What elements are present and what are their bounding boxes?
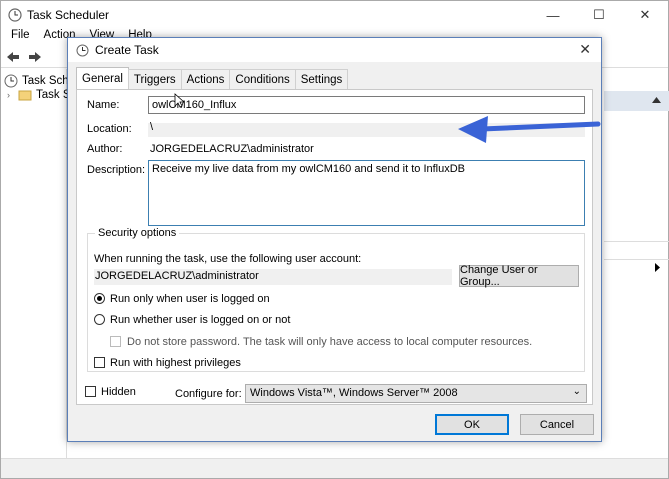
- author-value: JORGEDELACRUZ\administrator: [150, 143, 314, 155]
- submenu-arrow-icon[interactable]: [655, 263, 660, 272]
- tab-settings[interactable]: Settings: [294, 69, 349, 89]
- security-options-title: Security options: [95, 227, 180, 239]
- hidden-label[interactable]: Hidden: [101, 386, 136, 398]
- configure-label: Configure for:: [175, 388, 242, 400]
- tab-actions[interactable]: Actions: [180, 69, 231, 89]
- author-label: Author:: [87, 143, 123, 155]
- maximize-icon[interactable]: ☐: [576, 1, 622, 29]
- dialog-title-bar: Create Task ✕: [68, 38, 601, 62]
- run-logged-on-label[interactable]: Run only when user is logged on: [110, 293, 270, 305]
- back-forward-icon[interactable]: [6, 50, 42, 64]
- tab-general[interactable]: General: [76, 67, 129, 89]
- hidden-checkbox[interactable]: [85, 386, 96, 397]
- account-prompt: When running the task, use the following…: [94, 253, 362, 265]
- clock-icon: [4, 74, 18, 88]
- description-textarea[interactable]: Receive my live data from my owlCM160 an…: [148, 160, 585, 226]
- clock-icon: [8, 8, 22, 22]
- menu-file[interactable]: File: [11, 29, 30, 45]
- window-title: Task Scheduler: [27, 8, 110, 22]
- title-bar: Task Scheduler — ☐ ✕: [1, 1, 668, 29]
- status-bar: [1, 458, 668, 478]
- highest-privileges-label[interactable]: Run with highest privileges: [110, 357, 241, 369]
- close-icon[interactable]: ✕: [622, 1, 668, 29]
- tree-root[interactable]: Task Sche: [4, 74, 75, 88]
- configure-value: Windows Vista™, Windows Server™ 2008: [250, 387, 458, 399]
- navigation-tree: Task Sche › Task Sc: [1, 69, 76, 459]
- tab-strip: General Triggers Actions Conditions Sett…: [76, 67, 349, 89]
- create-task-dialog: Create Task ✕ General Triggers Actions C…: [67, 37, 602, 442]
- run-whether-label[interactable]: Run whether user is logged on or not: [110, 314, 290, 326]
- close-icon[interactable]: ✕: [579, 41, 591, 58]
- run-logged-on-radio[interactable]: [94, 293, 105, 304]
- no-store-password-label: Do not store password. The task will onl…: [127, 336, 533, 348]
- chevron-down-icon: ⌄: [572, 386, 581, 397]
- collapse-icon[interactable]: [652, 97, 661, 103]
- tab-conditions[interactable]: Conditions: [229, 69, 296, 89]
- location-label: Location:: [87, 123, 132, 135]
- folder-icon: [18, 90, 32, 101]
- name-input[interactable]: owlCM160_Influx: [148, 96, 585, 114]
- tree-library[interactable]: › Task Sc: [7, 89, 76, 101]
- tab-triggers[interactable]: Triggers: [127, 69, 182, 89]
- annotation-arrow: [458, 116, 601, 143]
- no-store-password-checkbox[interactable]: [110, 336, 121, 347]
- minimize-icon[interactable]: —: [530, 1, 576, 29]
- name-label: Name:: [87, 99, 120, 111]
- cancel-button[interactable]: Cancel: [520, 414, 594, 435]
- clock-icon: [76, 44, 89, 56]
- description-label: Description:: [87, 164, 146, 176]
- change-user-button[interactable]: Change User or Group...: [459, 264, 579, 288]
- location-value: \: [150, 121, 154, 133]
- highest-privileges-checkbox[interactable]: [94, 357, 105, 368]
- account-value: JORGEDELACRUZ\administrator: [95, 270, 259, 282]
- dialog-title: Create Task: [95, 43, 159, 57]
- run-whether-radio[interactable]: [94, 314, 105, 325]
- configure-select[interactable]: Windows Vista™, Windows Server™ 2008 ⌄: [245, 384, 587, 403]
- chevron-right-icon[interactable]: ›: [7, 90, 10, 100]
- mouse-cursor-icon: [174, 93, 184, 108]
- ok-button[interactable]: OK: [435, 414, 509, 435]
